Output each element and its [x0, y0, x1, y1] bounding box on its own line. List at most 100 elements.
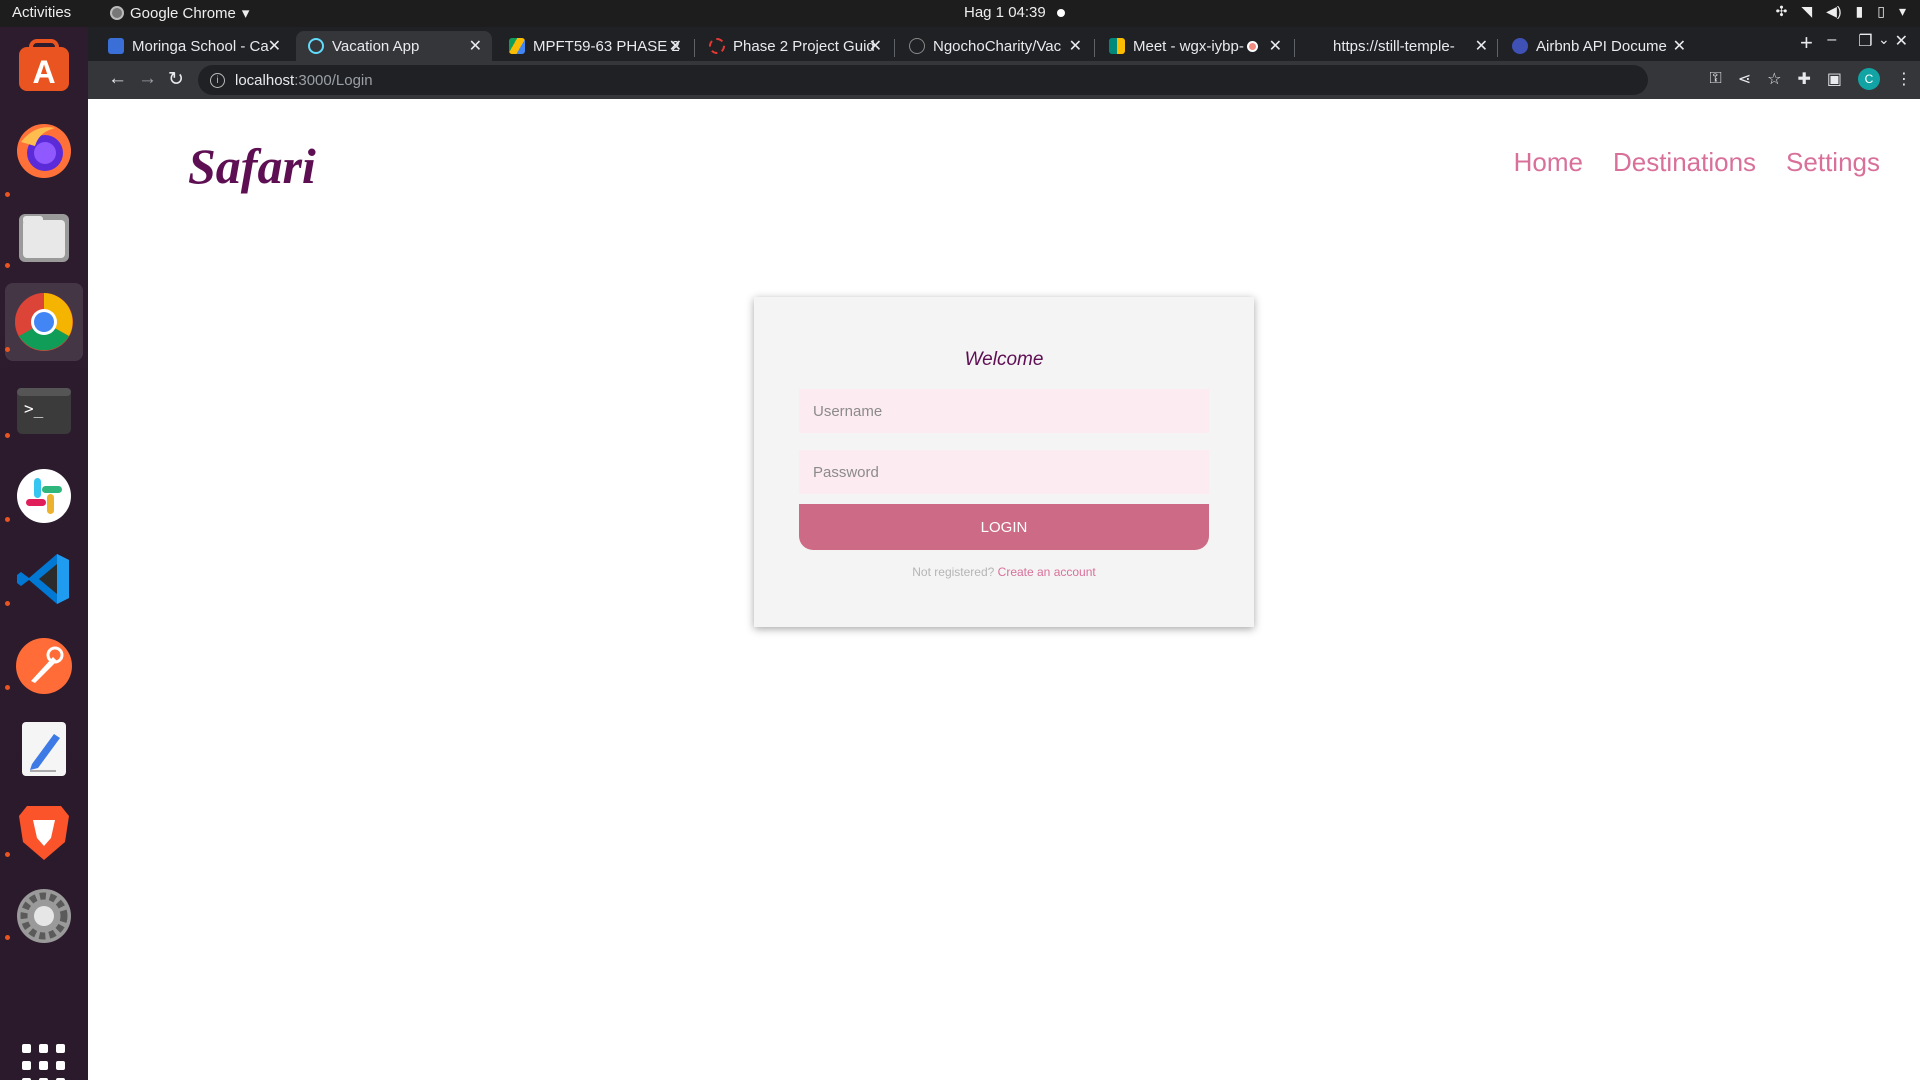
volume-icon[interactable]: ◀): [1826, 3, 1841, 20]
battery-icon[interactable]: ▯: [1877, 3, 1885, 20]
new-tab-icon[interactable]: +: [1800, 30, 1813, 56]
firefox-icon[interactable]: [14, 121, 74, 181]
running-indicator: [5, 433, 10, 438]
wifi-icon[interactable]: ◥: [1801, 3, 1812, 20]
settings-app-icon[interactable]: [14, 886, 74, 946]
tab-vacation-app[interactable]: Vacation App ✕: [296, 31, 492, 61]
app-menu[interactable]: Google Chrome ▾: [110, 4, 249, 22]
tab-github[interactable]: NgochoCharity/Vac ✕: [897, 31, 1092, 61]
side-panel-icon[interactable]: ▣: [1827, 69, 1842, 89]
tab-phase2-guide[interactable]: Phase 2 Project Guid ✕: [697, 31, 892, 61]
postman-icon[interactable]: [14, 636, 74, 696]
docs-favicon-icon: [1512, 38, 1528, 54]
close-icon[interactable]: ✕: [1069, 36, 1082, 56]
bookmark-star-icon[interactable]: ☆: [1767, 69, 1781, 89]
window-controls: – ❐ ✕: [1827, 31, 1908, 51]
forward-icon[interactable]: →: [138, 68, 157, 90]
close-icon[interactable]: ✕: [869, 36, 882, 56]
share-icon[interactable]: ⋖: [1738, 69, 1751, 89]
running-indicator: [5, 601, 10, 606]
vscode-icon[interactable]: [14, 549, 74, 609]
running-indicator: [5, 192, 10, 197]
key-icon[interactable]: ⚿: [1710, 70, 1722, 88]
microphone-icon[interactable]: ▮: [1856, 3, 1864, 20]
files-icon[interactable]: [14, 207, 74, 267]
main-nav: Home Destinations Settings: [1514, 147, 1880, 178]
nav-destinations[interactable]: Destinations: [1613, 147, 1756, 178]
profile-avatar[interactable]: C: [1858, 68, 1880, 90]
software-center-icon[interactable]: A: [14, 36, 74, 96]
tab-separator: [1094, 39, 1095, 57]
tab-separator: [694, 39, 695, 57]
close-icon[interactable]: ✕: [469, 36, 482, 56]
chrome-dock-icon[interactable]: [5, 283, 83, 361]
login-card: Welcome LOGIN Not registered? Create an …: [754, 297, 1254, 627]
brand-logo[interactable]: Safari: [188, 137, 316, 195]
guide-favicon-icon: [709, 38, 725, 54]
slack-tray-icon[interactable]: ✣: [1776, 3, 1788, 20]
site-info-icon[interactable]: i: [210, 72, 225, 88]
web-page: Safari Home Destinations Settings Welcom…: [88, 99, 1920, 1080]
system-tray[interactable]: ✣ ◥ ◀) ▮ ▯ ▾: [1776, 3, 1906, 20]
text-editor-icon[interactable]: [14, 719, 74, 779]
tab-meet[interactable]: Meet - wgx-iybp- ✕: [1097, 31, 1292, 61]
register-prompt: Not registered? Create an account: [754, 565, 1254, 579]
reload-icon[interactable]: ↻: [168, 68, 184, 91]
system-top-bar: Activities Google Chrome ▾ Hag 1 04:39 ✣…: [0, 0, 1920, 27]
moringa-favicon-icon: [108, 38, 124, 54]
close-window-icon[interactable]: ✕: [1895, 31, 1908, 51]
running-indicator: [5, 685, 10, 690]
username-input[interactable]: [799, 389, 1209, 433]
chrome-app-icon: [110, 6, 124, 20]
chevron-down-icon[interactable]: ▾: [1899, 3, 1906, 20]
nav-settings[interactable]: Settings: [1786, 147, 1880, 178]
minimize-icon[interactable]: –: [1827, 31, 1836, 51]
back-icon[interactable]: ←: [108, 68, 127, 90]
svg-text:>_: >_: [24, 399, 44, 418]
tab-drive[interactable]: MPFT59-63 PHASE 2 ✕: [497, 31, 692, 61]
address-bar[interactable]: i localhost:3000/Login: [198, 65, 1648, 95]
app-menu-label: Google Chrome: [130, 4, 236, 22]
tab-separator: [894, 39, 895, 57]
password-input[interactable]: [799, 450, 1209, 494]
google-drive-favicon-icon: [509, 38, 525, 54]
close-icon[interactable]: ✕: [1673, 36, 1686, 56]
running-indicator: [5, 935, 10, 940]
running-indicator: [5, 263, 10, 268]
restore-icon[interactable]: ❐: [1858, 31, 1872, 51]
tab-airbnb-api[interactable]: Airbnb API Docume ✕: [1500, 31, 1696, 61]
activities-button[interactable]: Activities: [12, 4, 71, 21]
recording-indicator-icon: [1057, 9, 1065, 17]
close-icon[interactable]: ✕: [268, 36, 281, 56]
dock: A >_: [0, 27, 88, 1087]
svg-text:A: A: [32, 54, 55, 90]
create-account-link[interactable]: Create an account: [998, 565, 1096, 579]
close-icon[interactable]: ✕: [1475, 36, 1488, 56]
url-host: localhost: [235, 71, 295, 89]
running-indicator: [5, 347, 10, 352]
browser-toolbar: ← → ↻ i localhost:3000/Login ⚿ ⋖ ☆ ✚ ▣ C…: [88, 61, 1920, 99]
close-icon[interactable]: ✕: [669, 36, 682, 56]
tab-separator: [1294, 39, 1295, 57]
close-icon[interactable]: ✕: [1269, 36, 1282, 56]
url-path: :3000/Login: [294, 71, 373, 89]
github-favicon-icon: [909, 38, 925, 54]
login-heading: Welcome: [964, 349, 1044, 370]
tab-moringa[interactable]: Moringa School - Ca ✕: [96, 31, 291, 61]
register-prompt-text: Not registered?: [912, 565, 995, 579]
tab-strip: Moringa School - Ca ✕ Vacation App ✕ MPF…: [88, 27, 1920, 61]
show-applications-icon[interactable]: [22, 1044, 66, 1088]
running-indicator: [5, 517, 10, 522]
recording-icon: [1247, 41, 1258, 52]
nav-home[interactable]: Home: [1514, 147, 1583, 178]
clock[interactable]: Hag 1 04:39: [964, 4, 1046, 21]
login-button[interactable]: LOGIN: [799, 504, 1209, 550]
terminal-icon[interactable]: >_: [14, 381, 74, 441]
slack-icon[interactable]: [14, 466, 74, 526]
brave-icon[interactable]: [14, 802, 74, 862]
react-favicon-icon: [308, 38, 324, 54]
extensions-icon[interactable]: ✚: [1797, 69, 1810, 89]
more-menu-icon[interactable]: ⋮: [1896, 69, 1912, 89]
running-indicator: [5, 852, 10, 857]
google-meet-favicon-icon: [1109, 38, 1125, 54]
